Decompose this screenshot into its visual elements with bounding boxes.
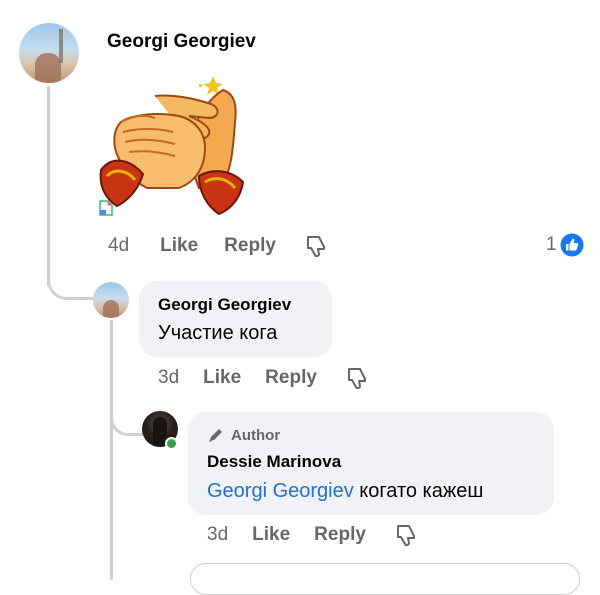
reactions-count: 1 xyxy=(546,234,557,255)
like-button[interactable]: Like xyxy=(252,524,290,546)
comment-timestamp[interactable]: 4d xyxy=(108,235,129,257)
thread-curve-2 xyxy=(110,400,143,436)
comment-author[interactable]: Dessie Marinova xyxy=(207,452,341,472)
comment-actions: 3d Like Reply xyxy=(207,523,418,547)
like-icon xyxy=(560,233,584,257)
comment-actions: 3d Like Reply xyxy=(158,366,369,390)
reply-button[interactable]: Reply xyxy=(314,524,366,546)
comment-bubble: Author Dessie Marinova Georgi Georgiev к… xyxy=(188,412,554,515)
clapping-hands-icon xyxy=(99,76,245,216)
thread-curve-1 xyxy=(47,262,93,300)
avatar[interactable] xyxy=(93,282,129,318)
thumbs-down-icon xyxy=(306,236,325,258)
avatar[interactable] xyxy=(19,23,79,83)
reply-button[interactable]: Reply xyxy=(265,367,317,389)
reactions[interactable]: 1 xyxy=(546,232,584,258)
avatar-figure xyxy=(35,53,61,83)
online-status-indicator xyxy=(165,437,178,450)
like-button[interactable]: Like xyxy=(160,235,198,257)
dislike-button[interactable] xyxy=(345,366,369,390)
sticker-badge-icon xyxy=(99,200,113,216)
reply-button[interactable]: Reply xyxy=(224,235,276,257)
comment-author[interactable]: Georgi Georgiev xyxy=(107,31,256,53)
reply-input-box[interactable] xyxy=(190,563,580,595)
comment-bubble: Georgi Georgiev Участие кога xyxy=(139,281,332,357)
clapping-hands-sticker[interactable] xyxy=(95,72,255,220)
comment-text: Участие кога xyxy=(158,322,278,344)
like-button[interactable]: Like xyxy=(203,367,241,389)
author-badge: Author xyxy=(207,426,280,444)
dislike-button[interactable] xyxy=(394,523,418,547)
thread-line-main xyxy=(47,86,50,286)
comment-text: Georgi Georgiev когато кажеш xyxy=(207,479,483,503)
avatar-figure xyxy=(103,300,119,318)
dislike-button[interactable] xyxy=(304,234,328,258)
thumbs-down-icon xyxy=(347,368,366,390)
author-badge-label: Author xyxy=(231,426,281,444)
comment-author[interactable]: Georgi Georgiev xyxy=(158,295,291,315)
pen-icon xyxy=(209,429,222,442)
comment-timestamp[interactable]: 3d xyxy=(158,367,179,389)
comment-timestamp[interactable]: 3d xyxy=(207,524,228,546)
comment-actions: 4d Like Reply xyxy=(108,234,328,258)
comment-text-body: когато кажеш xyxy=(353,480,484,502)
avatar-palm xyxy=(59,29,63,63)
mention-link[interactable]: Georgi Georgiev xyxy=(207,480,354,502)
thread-line-reply xyxy=(110,320,113,580)
thumbs-down-icon xyxy=(396,525,415,547)
